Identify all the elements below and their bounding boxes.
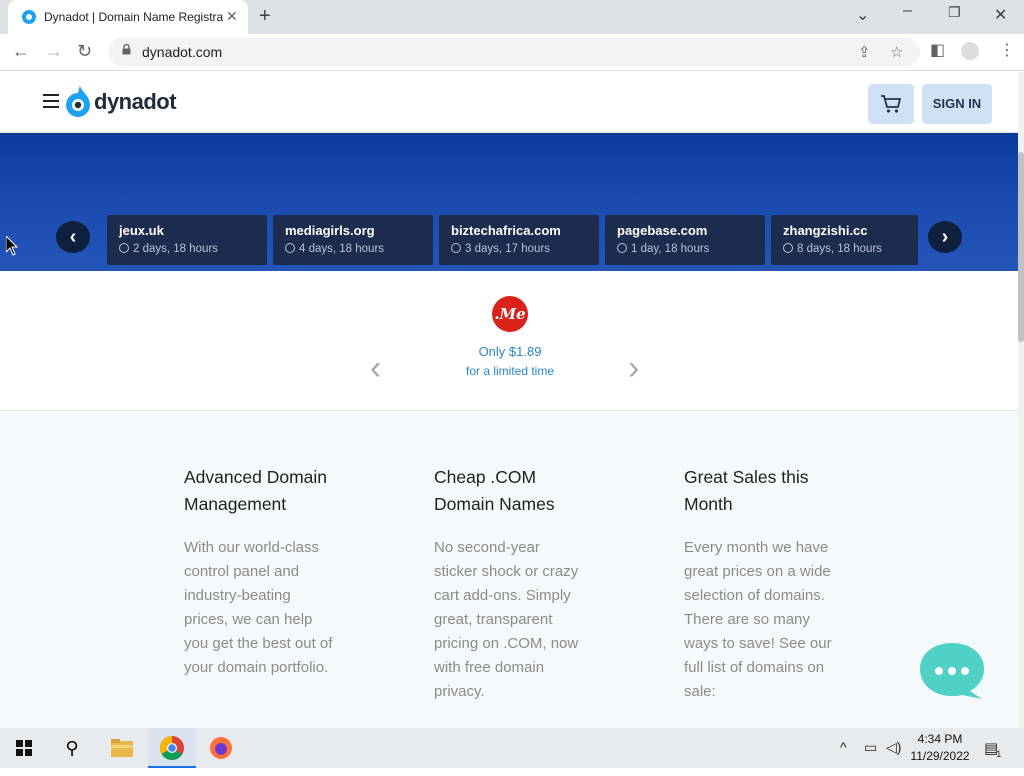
promo-price[interactable]: Only $1.89 <box>410 344 610 359</box>
clock-icon <box>285 243 295 253</box>
promo-prev-chevron-icon[interactable]: ‹ <box>370 349 381 388</box>
clock-date[interactable]: 11/29/2022 <box>905 749 975 763</box>
feature-title: Advanced Domain Management <box>184 467 327 514</box>
address-bar[interactable]: dynadot.com ⇪ ☆ <box>108 38 920 66</box>
feature-column: Advanced Domain Management With our worl… <box>184 464 344 680</box>
firefox-taskbar-icon[interactable] <box>197 728 245 768</box>
clock-icon <box>783 243 793 253</box>
feature-body: With our world-class control panel and i… <box>184 539 333 676</box>
windows-taskbar: ⚲ ^ ▭ ◁) 4:34 PM 11/29/2022 ▤1 <box>0 728 1024 768</box>
domain-name: pagebase.com <box>617 223 708 238</box>
feature-title: Great Sales this Month <box>684 467 809 514</box>
domain-time-left: 3 days, 17 hours <box>465 243 551 255</box>
tld-promo: .Me Only $1.89 for a limited time ‹ › <box>0 271 1018 411</box>
page-scrollbar[interactable] <box>1018 72 1024 728</box>
clock-icon <box>617 243 627 253</box>
clock-time[interactable]: 4:34 PM <box>905 732 975 746</box>
domain-time-left: 4 days, 18 hours <box>299 243 385 255</box>
domain-time-left: 1 day, 18 hours <box>631 243 710 255</box>
dynadot-logo-icon[interactable] <box>66 85 90 117</box>
browser-toolbar: ← → ↻ dynadot.com ⇪ ☆ <box>0 34 1024 71</box>
search-icon[interactable]: ⚲ <box>48 728 96 768</box>
domain-time-left: 8 days, 18 hours <box>797 243 883 255</box>
back-arrow-icon[interactable]: ← <box>12 41 30 62</box>
feature-title: Cheap .COM Domain Names <box>434 467 555 514</box>
features-section: Advanced Domain Management With our worl… <box>0 412 1018 728</box>
share-icon[interactable]: ⇪ <box>858 43 871 61</box>
domain-name: zhangzishi.cc <box>783 223 868 238</box>
cart-button[interactable] <box>868 84 914 124</box>
windows-start-icon[interactable] <box>0 728 48 768</box>
forward-arrow-icon[interactable]: → <box>45 41 63 62</box>
domain-card[interactable]: biztechafrica.com 3 days, 17 hours <box>439 215 599 265</box>
promo-next-chevron-icon[interactable]: › <box>628 349 639 388</box>
expiring-domains-banner: ‹ jeux.uk 2 days, 18 hours mediagirls.or… <box>0 133 1018 271</box>
minimize-icon[interactable]: – <box>903 2 912 20</box>
logo-text[interactable]: dynadot <box>94 89 177 115</box>
promo-subtitle[interactable]: for a limited time <box>410 364 610 378</box>
site-header: dynadot SIGN IN <box>0 72 1018 133</box>
hamburger-menu-icon[interactable] <box>43 94 59 108</box>
url-text[interactable]: dynadot.com <box>142 44 222 60</box>
chrome-taskbar-icon[interactable] <box>148 728 196 768</box>
window-close-icon[interactable]: ✕ <box>994 5 1007 25</box>
cart-icon <box>881 95 902 113</box>
feature-column: Cheap .COM Domain Names No second-year s… <box>434 464 594 704</box>
new-tab-icon[interactable]: + <box>259 5 271 28</box>
sign-in-button[interactable]: SIGN IN <box>922 84 992 124</box>
chat-bubble-button[interactable] <box>920 641 984 699</box>
browser-tab-strip: Dynadot | Domain Name Registrar ✕ + ⌄ – … <box>0 0 1024 34</box>
scroll-thumb[interactable] <box>1018 152 1024 342</box>
profile-avatar-icon[interactable] <box>961 42 979 60</box>
domain-card[interactable]: pagebase.com 1 day, 18 hours <box>605 215 765 265</box>
tray-chevron-icon[interactable]: ^ <box>840 739 847 755</box>
restore-icon[interactable]: ❐ <box>948 4 961 21</box>
tab-title: Dynadot | Domain Name Registrar <box>44 10 224 24</box>
notification-icon[interactable]: ▤1 <box>984 739 1003 759</box>
banner-next-button[interactable]: › <box>928 221 962 253</box>
bookmark-star-icon[interactable]: ☆ <box>890 43 903 61</box>
chrome-menu-icon[interactable]: ⋮ <box>999 40 1015 60</box>
domain-card[interactable]: mediagirls.org 4 days, 18 hours <box>273 215 433 265</box>
domain-name: mediagirls.org <box>285 223 375 238</box>
feature-body: Every month we have great prices on a wi… <box>684 539 832 700</box>
clock-icon <box>451 243 461 253</box>
banner-prev-button[interactable]: ‹ <box>56 221 90 253</box>
lock-icon[interactable] <box>122 44 131 55</box>
reload-icon[interactable]: ↻ <box>77 41 92 62</box>
tab-search-chevron-icon[interactable]: ⌄ <box>856 5 869 25</box>
domain-card[interactable]: jeux.uk 2 days, 18 hours <box>107 215 267 265</box>
network-icon[interactable]: ▭ <box>864 739 877 756</box>
file-explorer-icon[interactable] <box>98 728 146 768</box>
domain-time-left: 2 days, 18 hours <box>133 243 219 255</box>
feature-body: No second-year sticker shock or crazy ca… <box>434 539 579 700</box>
me-tld-badge[interactable]: .Me <box>492 296 528 332</box>
side-panel-icon[interactable]: ◧ <box>930 40 945 60</box>
domain-card[interactable]: zhangzishi.cc 8 days, 18 hours <box>771 215 918 265</box>
domain-name: jeux.uk <box>119 223 164 238</box>
browser-tab[interactable]: Dynadot | Domain Name Registrar ✕ <box>8 0 248 34</box>
mouse-cursor-icon <box>6 236 18 256</box>
domain-name: biztechafrica.com <box>451 223 561 238</box>
tab-close-icon[interactable]: ✕ <box>226 8 238 25</box>
clock-icon <box>119 243 129 253</box>
feature-column: Great Sales this Month Every month we ha… <box>684 464 844 704</box>
volume-icon[interactable]: ◁) <box>886 739 901 756</box>
notification-count: 1 <box>996 749 1002 759</box>
dynadot-favicon-icon <box>22 10 36 24</box>
